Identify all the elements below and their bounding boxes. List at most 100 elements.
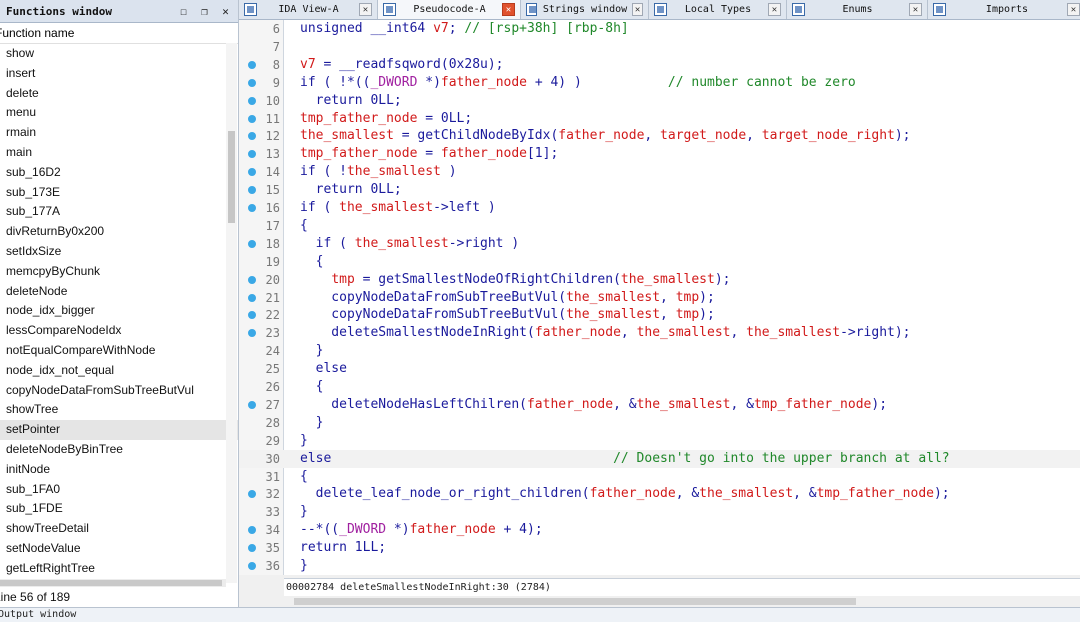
function-list-item[interactable]: notEqualCompareWithNode (0, 341, 238, 361)
pseudocode-view[interactable]: 6 unsigned __int64 v7; // [rsp+38h] [rbp-… (239, 20, 1080, 575)
code-line[interactable]: 12 the_smallest = getChildNodeByIdx(fathe… (239, 127, 1080, 145)
code-line[interactable]: 14 if ( !the_smallest ) (239, 163, 1080, 181)
function-name-column-header[interactable]: Function name (0, 23, 238, 44)
function-list-item[interactable]: divReturnBy0x200 (0, 222, 238, 242)
code-line[interactable]: 24 } (239, 342, 1080, 360)
function-list-item[interactable]: sub_1FA0 (0, 480, 238, 500)
function-list-item[interactable]: setIdxSize (0, 242, 238, 262)
function-list-item[interactable]: menu (0, 103, 238, 123)
breakpoint-dot-icon[interactable] (248, 204, 256, 212)
tab-close-icon[interactable]: ✕ (359, 3, 372, 16)
function-list-item[interactable]: delete (0, 84, 238, 104)
code-line[interactable]: 26 { (239, 378, 1080, 396)
function-list-item[interactable]: sub_177A (0, 202, 238, 222)
function-list-item[interactable]: sub_16D2 (0, 163, 238, 183)
tab-close-icon[interactable]: ✕ (632, 3, 643, 16)
breakpoint-dot-icon[interactable] (248, 60, 256, 69)
tab-close-icon[interactable]: ✕ (909, 3, 922, 16)
breakpoint-dot-icon[interactable] (248, 311, 256, 320)
function-list-item[interactable]: insert (0, 64, 238, 84)
code-line[interactable]: 31 { (239, 468, 1080, 486)
code-line[interactable]: 29} (239, 432, 1080, 450)
code-line[interactable]: 21 copyNodeDataFromSubTreeButVul(the_sma… (239, 289, 1080, 307)
tab-pseudocode-a[interactable]: Pseudocode-A ✕ (378, 0, 521, 19)
code-line[interactable]: 25 else (239, 360, 1080, 378)
breakpoint-dot-icon[interactable] (248, 490, 256, 499)
breakpoint-dot-icon[interactable] (248, 186, 256, 195)
code-line[interactable]: 20 tmp = getSmallestNodeOfRightChildren(… (239, 271, 1080, 289)
code-line[interactable]: 35 return 1LL; (239, 539, 1080, 557)
tab-close-icon[interactable]: ✕ (502, 3, 515, 16)
breakpoint-dot-icon[interactable] (248, 293, 256, 302)
code-line[interactable]: 6 unsigned __int64 v7; // [rsp+38h] [rbp-… (239, 20, 1080, 38)
function-list-item[interactable]: node_idx_bigger (0, 301, 238, 321)
code-line[interactable]: 9 if ( !*((_DWORD *)father_node + 4) ) //… (239, 74, 1080, 92)
function-list-item[interactable]: initNode (0, 460, 238, 480)
code-line[interactable]: 18 if ( the_smallest->right ) (239, 235, 1080, 253)
breakpoint-dot-icon[interactable] (248, 150, 256, 159)
code-line[interactable]: 33} (239, 503, 1080, 521)
tab-local-types[interactable]: Local Types ✕ (649, 0, 787, 19)
function-list-item[interactable]: rmain (0, 123, 238, 143)
function-list-item[interactable]: getLeftRightTree (0, 559, 238, 579)
tab-strings-window[interactable]: Strings window ✕ (521, 0, 649, 19)
code-line[interactable]: 30 else // Doesn't go into the upper bran… (239, 449, 1080, 468)
close-icon[interactable]: ✕ (217, 3, 234, 20)
function-list-item[interactable]: deleteNodeByBinTree (0, 440, 238, 460)
code-line[interactable]: 19 { (239, 253, 1080, 271)
breakpoint-dot-icon[interactable] (248, 114, 256, 123)
code-line[interactable]: 16 if ( the_smallest->left ) (239, 199, 1080, 217)
code-line[interactable]: 28 } (239, 414, 1080, 432)
function-list-item[interactable]: showTree (0, 400, 238, 420)
breakpoint-dot-icon[interactable] (248, 168, 256, 177)
breakpoint-dot-icon[interactable] (248, 400, 256, 409)
breakpoint-dot-icon[interactable] (248, 239, 256, 248)
breakpoint-dot-icon[interactable] (248, 96, 256, 105)
function-list-item[interactable]: main (0, 143, 238, 163)
code-line[interactable]: 8 v7 = __readfsqword(0x28u); (239, 56, 1080, 74)
scrollbar-thumb[interactable] (228, 131, 235, 223)
function-list-item[interactable]: memcpyByChunk (0, 262, 238, 282)
function-list-item[interactable]: node_idx_not_equal (0, 361, 238, 381)
code-line[interactable]: 27 deleteNodeHasLeftChilren(father_node,… (239, 396, 1080, 414)
maximize-icon[interactable]: ☐ (175, 3, 192, 20)
function-list-item[interactable]: sub_173E (0, 183, 238, 203)
function-list-item[interactable]: sub_1FDE (0, 499, 238, 519)
breakpoint-dot-icon[interactable] (248, 78, 256, 87)
pseudocode-horizontal-scrollbar[interactable] (284, 596, 1080, 606)
breakpoint-dot-icon[interactable] (248, 275, 256, 284)
breakpoint-dot-icon[interactable] (248, 329, 256, 338)
scrollbar-thumb[interactable] (294, 598, 856, 605)
tab-close-icon[interactable]: ✕ (768, 3, 781, 16)
function-list-item[interactable]: show (0, 44, 238, 64)
restore-icon[interactable]: ❐ (196, 3, 213, 20)
code-line[interactable]: 15 return 0LL; (239, 181, 1080, 199)
function-list-item[interactable]: lessCompareNodeIdx (0, 321, 238, 341)
code-line[interactable]: 22 copyNodeDataFromSubTreeButVul(the_sma… (239, 306, 1080, 324)
code-line[interactable]: 36} (239, 557, 1080, 575)
function-list-horizontal-scrollbar[interactable] (0, 579, 226, 587)
code-line[interactable]: 7 (239, 38, 1080, 56)
function-list-item[interactable]: copyNodeDataFromSubTreeButVul (0, 381, 238, 401)
breakpoint-dot-icon[interactable] (248, 132, 256, 141)
function-list-item[interactable]: deleteNode (0, 282, 238, 302)
function-list-item[interactable]: showTreeDetail (0, 519, 238, 539)
breakpoint-dot-icon[interactable] (248, 544, 256, 553)
tab-ida-view-a[interactable]: IDA View-A ✕ (239, 0, 378, 19)
tab-imports[interactable]: Imports ✕ (928, 0, 1080, 19)
code-line[interactable]: 11 tmp_father_node = 0LL; (239, 110, 1080, 128)
tab-close-icon[interactable]: ✕ (1067, 3, 1080, 16)
function-list-item[interactable]: setNodeValue (0, 539, 238, 559)
code-line[interactable]: 34 --*((_DWORD *)father_node + 4); (239, 521, 1080, 539)
code-line[interactable]: 17 { (239, 217, 1080, 235)
breakpoint-dot-icon[interactable] (248, 562, 256, 570)
function-list-item[interactable]: setPointer (0, 420, 238, 440)
code-line[interactable]: 32 delete_leaf_node_or_right_children(fa… (239, 485, 1080, 503)
code-line[interactable]: 23 deleteSmallestNodeInRight(father_node… (239, 324, 1080, 342)
function-list-vertical-scrollbar[interactable] (226, 43, 237, 583)
code-line[interactable]: 10 return 0LL; (239, 92, 1080, 110)
tab-enums[interactable]: Enums ✕ (787, 0, 928, 19)
scrollbar-thumb[interactable] (0, 580, 222, 586)
code-line[interactable]: 13 tmp_father_node = father_node[1]; (239, 145, 1080, 163)
breakpoint-dot-icon[interactable] (248, 526, 256, 535)
